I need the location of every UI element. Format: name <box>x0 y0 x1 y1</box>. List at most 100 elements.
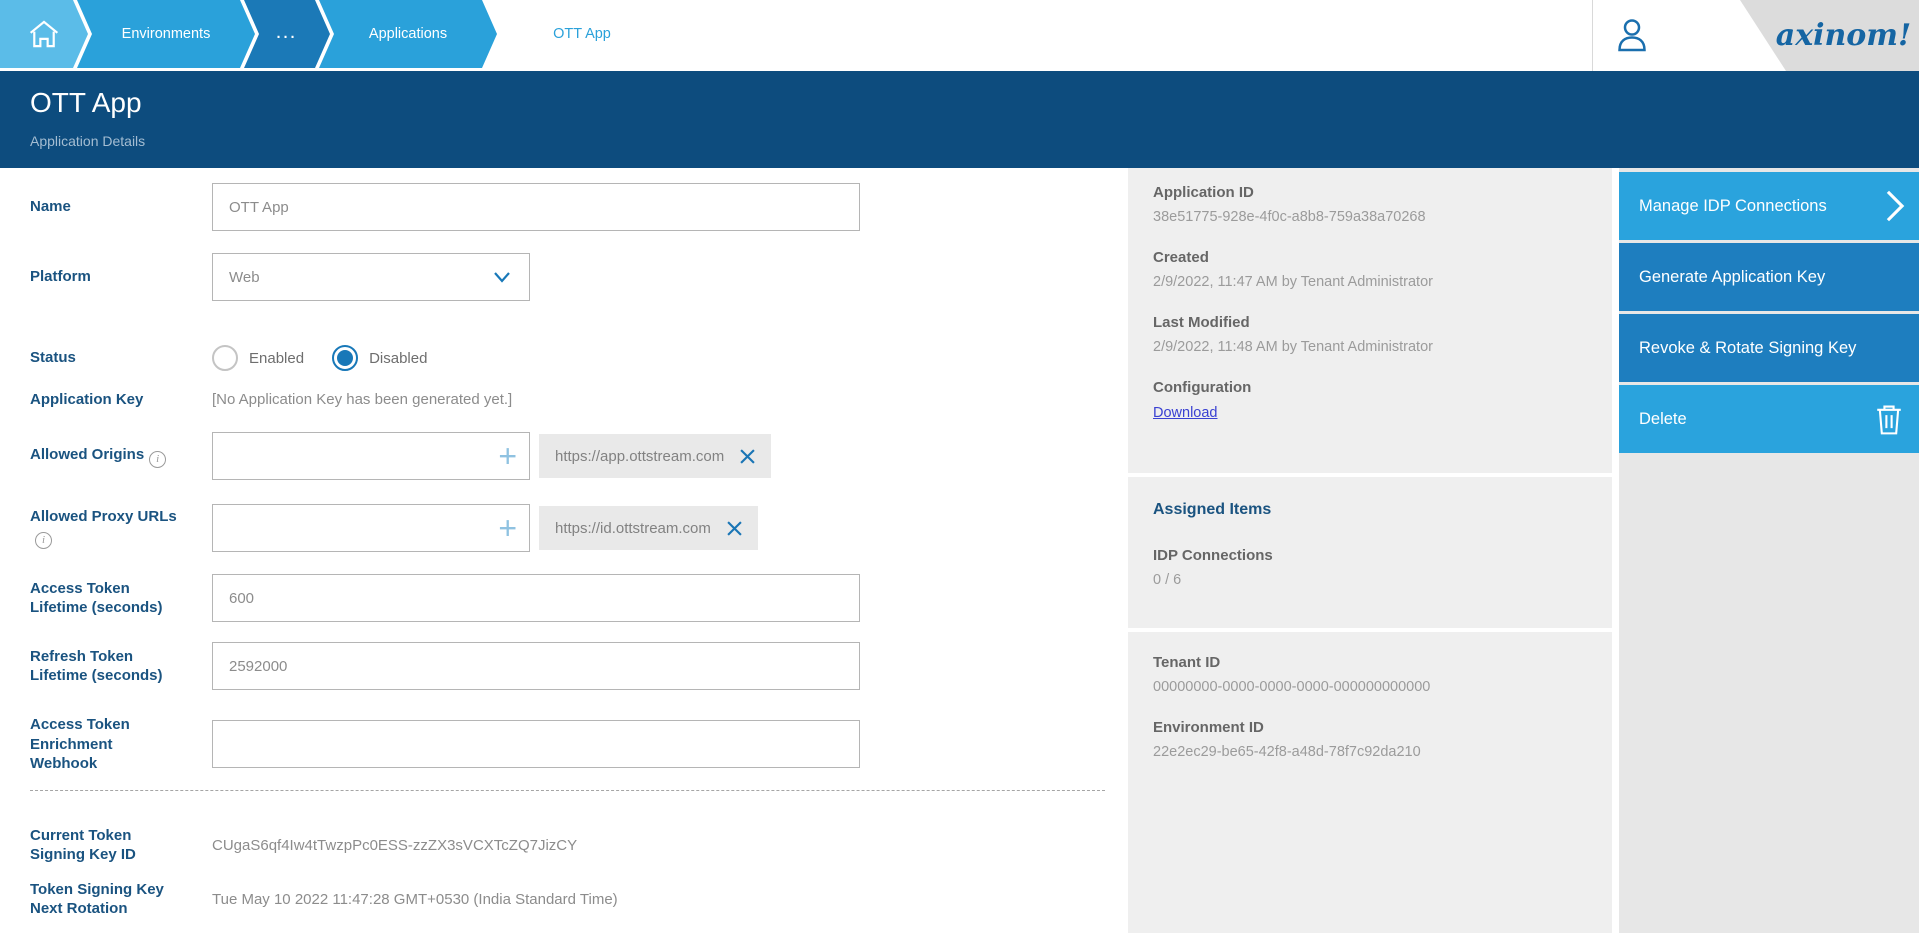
trash-icon <box>1873 402 1905 436</box>
signing-key-value: CUgaS6qf4Iw4tTwzpPc0ESS-zzZX3sVCXTcZQ7Ji… <box>212 837 577 854</box>
chevron-right-icon <box>1885 189 1905 223</box>
app-root: Environments ... Applications OTT App ax… <box>0 0 1919 933</box>
chevron-down-icon <box>487 262 517 292</box>
name-input[interactable] <box>212 183 860 231</box>
info-icon[interactable]: i <box>149 451 166 468</box>
page-header: OTT App Application Details <box>0 71 1919 168</box>
last-modified-label: Last Modified <box>1153 314 1612 331</box>
name-row: Name <box>30 183 860 231</box>
refresh-token-lifetime-row: Refresh Token Lifetime (seconds) <box>30 642 860 690</box>
next-rotation-label: Token Signing Key Next Rotation <box>30 880 178 919</box>
created-value: 2/9/2022, 11:47 AM by Tenant Administrat… <box>1153 274 1612 290</box>
platform-value: Web <box>229 269 260 286</box>
allowed-origins-inputbox: + <box>212 432 530 480</box>
breadcrumb-label: ... <box>276 26 297 42</box>
button-label: Delete <box>1639 410 1687 429</box>
access-token-lifetime-label: Access Token Lifetime (seconds) <box>30 579 178 618</box>
chip-label: https://id.ottstream.com <box>555 520 711 537</box>
application-key-label: Application Key <box>30 390 178 410</box>
allowed-proxy-label-text: Allowed Proxy URLs <box>30 508 177 525</box>
breadcrumb: Environments ... Applications OTT App <box>0 0 678 68</box>
manage-idp-connections-button[interactable]: Manage IDP Connections <box>1619 172 1919 240</box>
person-icon[interactable] <box>1612 15 1652 55</box>
application-id-item: Application ID 38e51775-928e-4f0c-a8b8-7… <box>1153 184 1612 225</box>
allowed-origins-row: Allowed Origins i + https://app.ottstream… <box>30 432 771 480</box>
info-icon[interactable]: i <box>35 532 52 549</box>
platform-select[interactable]: Web <box>212 253 530 301</box>
main-content: Name Platform Web Status Enabled Disable… <box>0 168 1919 933</box>
breadcrumb-applications[interactable]: Applications <box>319 0 497 68</box>
radio-disabled-label: Disabled <box>369 350 427 367</box>
environment-id-item: Environment ID 22e2ec29-be65-42f8-a48d-7… <box>1153 719 1612 760</box>
chip-label: https://app.ottstream.com <box>555 448 724 465</box>
next-rotation-row: Token Signing Key Next Rotation Tue May … <box>30 876 618 922</box>
breadcrumb-ellipsis[interactable]: ... <box>244 0 330 68</box>
tenant-id-value: 00000000-0000-0000-0000-000000000000 <box>1153 679 1612 695</box>
allowed-origins-label: Allowed Origins i <box>30 445 178 468</box>
name-label: Name <box>30 197 178 217</box>
platform-label: Platform <box>30 267 178 287</box>
breadcrumb-label: Environments <box>122 26 211 42</box>
radio-dot <box>337 350 353 366</box>
last-modified-item: Last Modified 2/9/2022, 11:48 AM by Tena… <box>1153 314 1612 355</box>
status-row: Status Enabled Disabled <box>30 345 455 371</box>
logo-text: axinom! <box>1748 18 1911 53</box>
info-panel: Application ID 38e51775-928e-4f0c-a8b8-7… <box>1128 168 1612 933</box>
refresh-token-lifetime-label: Refresh Token Lifetime (seconds) <box>30 647 178 686</box>
breadcrumb-label: Applications <box>369 26 447 42</box>
remove-icon[interactable] <box>740 449 755 464</box>
radio-disabled[interactable] <box>332 345 358 371</box>
actions-panel: Manage IDP Connections Generate Applicat… <box>1619 168 1919 933</box>
webhook-input[interactable] <box>212 720 860 768</box>
allowed-proxy-input[interactable] <box>229 520 479 537</box>
add-icon[interactable]: + <box>498 441 517 471</box>
revoke-rotate-signing-key-button[interactable]: Revoke & Rotate Signing Key <box>1619 314 1919 382</box>
application-key-row: Application Key [No Application Key has … <box>30 390 512 410</box>
button-label: Manage IDP Connections <box>1639 197 1827 216</box>
button-label: Revoke & Rotate Signing Key <box>1639 339 1856 358</box>
remove-icon[interactable] <box>727 521 742 536</box>
breadcrumb-home[interactable] <box>0 0 88 68</box>
signing-key-label: Current Token Signing Key ID <box>30 826 178 865</box>
allowed-proxy-label: Allowed Proxy URLs i <box>30 507 178 550</box>
radio-enabled[interactable] <box>212 345 238 371</box>
page-subtitle: Application Details <box>30 133 145 149</box>
download-link[interactable]: Download <box>1153 405 1218 421</box>
axinom-logo: axinom! <box>1740 0 1919 71</box>
access-token-lifetime-input[interactable] <box>212 574 860 622</box>
info-section-ids: Tenant ID 00000000-0000-0000-0000-000000… <box>1128 632 1612 933</box>
delete-button[interactable]: Delete <box>1619 385 1919 453</box>
created-item: Created 2/9/2022, 11:47 AM by Tenant Adm… <box>1153 249 1612 290</box>
button-label: Generate Application Key <box>1639 268 1825 287</box>
breadcrumb-current: OTT App <box>486 0 678 68</box>
allowed-proxy-row: Allowed Proxy URLs i + https://id.ottstre… <box>30 504 758 552</box>
home-icon <box>27 17 61 51</box>
webhook-row: Access Token Enrichment Webhook <box>30 715 860 774</box>
tenant-id-item: Tenant ID 00000000-0000-0000-0000-000000… <box>1153 654 1612 695</box>
access-token-lifetime-row: Access Token Lifetime (seconds) <box>30 574 860 622</box>
idp-connections-item: IDP Connections 0 / 6 <box>1153 547 1612 588</box>
section-divider <box>30 790 1105 791</box>
status-label: Status <box>30 348 178 368</box>
refresh-token-lifetime-input[interactable] <box>212 642 860 690</box>
next-rotation-value: Tue May 10 2022 11:47:28 GMT+0530 (India… <box>212 891 618 908</box>
top-bar: Environments ... Applications OTT App ax… <box>0 0 1919 71</box>
breadcrumb-environments[interactable]: Environments <box>77 0 255 68</box>
idp-connections-value: 0 / 6 <box>1153 572 1612 588</box>
application-id-label: Application ID <box>1153 184 1612 201</box>
allowed-proxy-inputbox: + <box>212 504 530 552</box>
application-id-value: 38e51775-928e-4f0c-a8b8-759a38a70268 <box>1153 209 1612 225</box>
tenant-id-label: Tenant ID <box>1153 654 1612 671</box>
info-section-assigned: Assigned Items IDP Connections 0 / 6 <box>1128 477 1612 628</box>
add-icon[interactable]: + <box>498 513 517 543</box>
configuration-label: Configuration <box>1153 379 1612 396</box>
page-title: OTT App <box>30 87 142 119</box>
webhook-label: Access Token Enrichment Webhook <box>30 715 142 774</box>
environment-id-label: Environment ID <box>1153 719 1612 736</box>
breadcrumb-label: OTT App <box>553 26 611 42</box>
allowed-origins-input[interactable] <box>229 448 479 465</box>
topbar-divider <box>1592 0 1593 71</box>
allowed-origins-label-text: Allowed Origins <box>30 446 144 463</box>
generate-application-key-button[interactable]: Generate Application Key <box>1619 243 1919 311</box>
assigned-items-heading: Assigned Items <box>1153 501 1612 519</box>
